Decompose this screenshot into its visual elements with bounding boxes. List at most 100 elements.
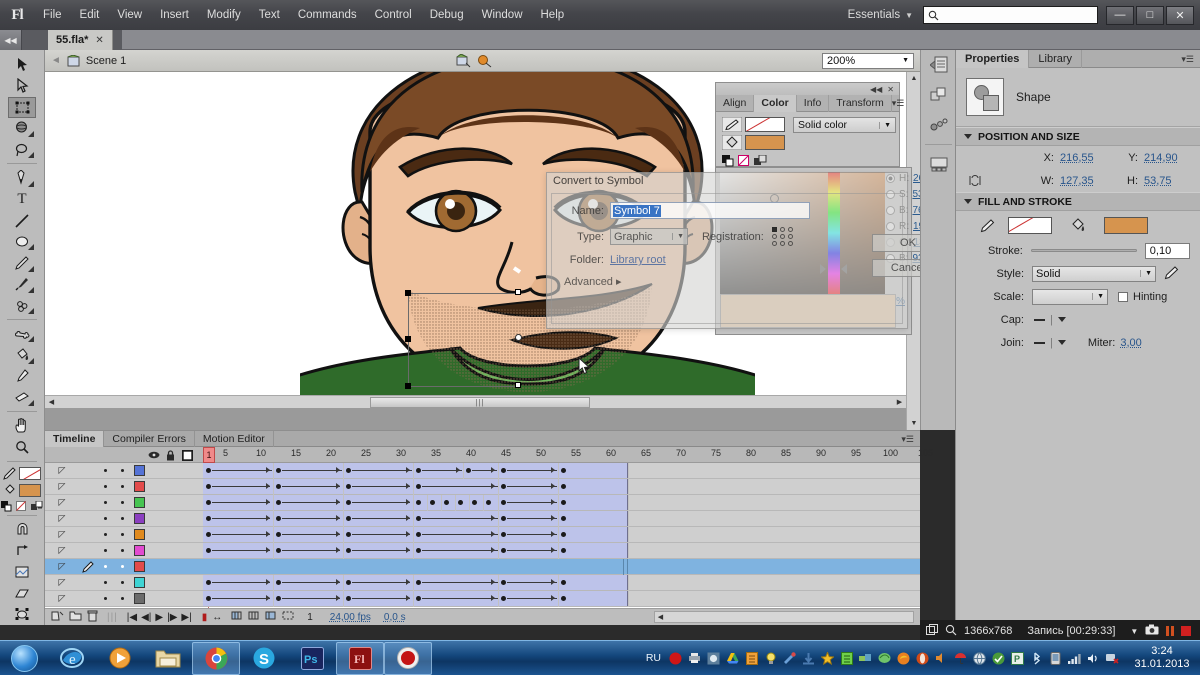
lock-icon[interactable] (162, 447, 179, 463)
brush-tool[interactable] (8, 274, 36, 295)
pencil-tool[interactable] (8, 252, 36, 273)
taskbar-flash-professional[interactable]: Fl (336, 642, 384, 675)
tray-volume-icon[interactable] (1086, 651, 1101, 666)
onion-skin-outlines-icon[interactable] (248, 610, 260, 624)
symbol-type-select[interactable]: Graphic ▼ (610, 228, 688, 245)
scene-name[interactable]: Scene 1 (86, 55, 126, 67)
pen-tool[interactable] (8, 167, 36, 188)
tray-bulb-icon[interactable] (763, 651, 778, 666)
x-value[interactable]: 216,55 (1060, 152, 1108, 164)
section-position-and-size[interactable]: POSITION AND SIZE (956, 127, 1200, 146)
hand-tool[interactable] (8, 415, 36, 436)
layer-visibility-toggle[interactable] (97, 517, 114, 520)
table-row[interactable]: ◸ (45, 559, 920, 575)
taskbar-internet-explorer[interactable]: e (48, 642, 96, 675)
tab-transform[interactable]: Transform (829, 95, 891, 112)
menu-help[interactable]: Help (532, 0, 574, 30)
layer-visibility-toggle[interactable] (97, 565, 114, 568)
layer-frames[interactable] (203, 591, 920, 607)
go-to-last-frame-icon[interactable]: ▶| (181, 612, 191, 623)
table-row[interactable]: ◸ (45, 591, 920, 607)
tray-list-icon[interactable] (839, 651, 854, 666)
black-and-white-icon[interactable] (722, 155, 734, 167)
language-indicator[interactable]: RU (646, 652, 664, 664)
new-folder-icon[interactable] (69, 610, 82, 624)
lock-aspect-ratio-icon[interactable] (966, 175, 984, 186)
modify-onion-markers-icon[interactable] (282, 610, 294, 624)
layer-color-swatch[interactable] (134, 577, 145, 588)
workspace-switcher[interactable]: Essentials ▼ (848, 9, 917, 21)
clock[interactable]: 3:24 31.01.2013 (1124, 645, 1196, 671)
start-button[interactable] (0, 641, 48, 675)
scroll-up-icon[interactable]: ▲ (907, 72, 921, 85)
panel-menu-icon[interactable]: ▾☰ (901, 431, 920, 446)
table-row[interactable]: ◸ (45, 511, 920, 527)
tab-library[interactable]: Library (1029, 50, 1082, 68)
timeline-ruler[interactable]: 5 10 15 20 25 30 35 40 45 50 55 60 65 70… (203, 447, 920, 463)
color-type-select[interactable]: Solid color ▼ (793, 117, 896, 133)
taskbar-media-player[interactable] (96, 642, 144, 675)
layer-lock-toggle[interactable] (114, 533, 131, 536)
scale-icon[interactable] (8, 582, 36, 603)
reg-point-mr[interactable] (788, 234, 793, 239)
layer-color-swatch[interactable] (134, 465, 145, 476)
deco-tool[interactable] (8, 295, 36, 316)
layer-color-swatch[interactable] (134, 545, 145, 556)
tray-signal-icon[interactable] (1067, 651, 1082, 666)
layer-frames[interactable] (203, 543, 920, 559)
reg-point-ml[interactable] (772, 234, 777, 239)
collapse-icon[interactable]: ◀◀ (870, 85, 882, 94)
recorder-window-icon[interactable] (926, 624, 938, 639)
stroke-width-slider[interactable] (1031, 246, 1137, 255)
edit-symbols-icon[interactable] (477, 54, 492, 68)
reg-point-mc[interactable] (780, 234, 785, 239)
y-value[interactable]: 214,90 (1144, 152, 1178, 164)
document-tab-55fla[interactable]: 55.fla* ✕ (48, 30, 113, 50)
layer-frames[interactable] (203, 511, 920, 527)
lasso-tool[interactable] (8, 139, 36, 160)
tray-star-icon[interactable] (820, 651, 835, 666)
layer-lock-toggle[interactable] (114, 565, 131, 568)
zoom-level-select[interactable]: 200% ▼ (822, 53, 914, 69)
reg-point-tc[interactable] (780, 227, 785, 232)
folder-icon[interactable]: ◸ (45, 577, 79, 588)
timeline-horizontal-scrollbar[interactable]: ◀ (654, 611, 914, 623)
tray-tools-icon[interactable] (782, 651, 797, 666)
fill-color-swatch[interactable] (19, 484, 41, 497)
layer-visibility-toggle[interactable] (97, 597, 114, 600)
table-row[interactable]: ◸ (45, 543, 920, 559)
code-snippets-icon[interactable] (921, 110, 956, 140)
layer-visibility-toggle[interactable] (97, 469, 114, 472)
search-input[interactable] (939, 9, 1093, 21)
tray-google-drive-icon[interactable] (725, 651, 740, 666)
smooth-icon[interactable] (8, 561, 36, 582)
text-tool[interactable]: T (8, 189, 36, 210)
layer-visibility-toggle[interactable] (97, 501, 114, 504)
onion-skin-icon[interactable] (231, 610, 243, 624)
w-value[interactable]: 127,35 (1060, 175, 1108, 187)
swap-colors-icon[interactable] (754, 155, 767, 167)
search-box[interactable] (923, 6, 1098, 24)
layer-color-swatch[interactable] (134, 593, 145, 604)
join-select[interactable]: | (1034, 337, 1066, 349)
stroke-style-select[interactable]: Solid ▼ (1032, 266, 1156, 282)
straighten-icon[interactable] (8, 540, 36, 561)
stage-hscroll-thumb[interactable]: ||| (370, 397, 590, 408)
maximize-button[interactable]: □ (1136, 6, 1164, 25)
menu-modify[interactable]: Modify (198, 0, 250, 30)
layer-lock-toggle[interactable] (114, 501, 131, 504)
tab-color[interactable]: Color (754, 95, 796, 112)
tray-opera-icon[interactable] (915, 651, 930, 666)
line-tool[interactable] (8, 210, 36, 231)
layer-color-swatch[interactable] (134, 497, 145, 508)
collapse-panels-icon[interactable]: ◀◀ (0, 30, 22, 50)
tab-info[interactable]: Info (797, 95, 830, 112)
layer-lock-toggle[interactable] (114, 485, 131, 488)
folder-icon[interactable]: ◸ (45, 465, 79, 476)
edit-multiple-frames-icon[interactable] (265, 610, 277, 624)
menu-view[interactable]: View (108, 0, 151, 30)
layer-lock-toggle[interactable] (114, 597, 131, 600)
scroll-left-icon[interactable]: ◀ (655, 613, 666, 621)
folder-icon[interactable]: ◸ (45, 545, 79, 556)
tray-speaker-icon[interactable] (934, 651, 949, 666)
